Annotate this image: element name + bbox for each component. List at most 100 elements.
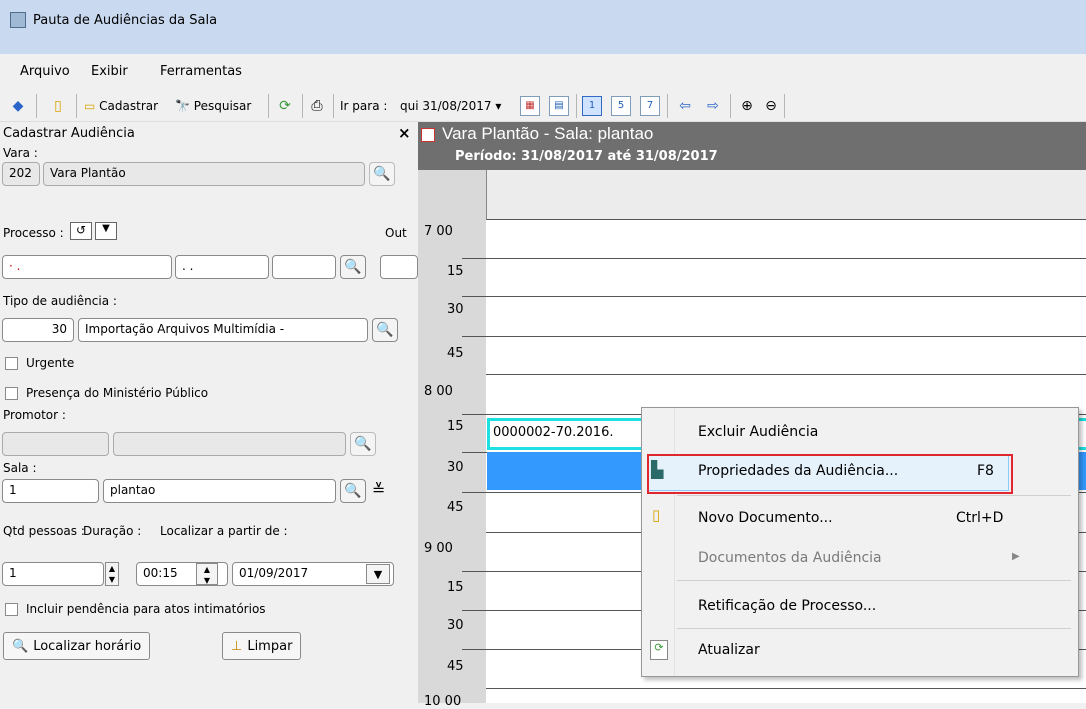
close-icon[interactable]: × [398, 124, 411, 142]
presenca-checkbox[interactable] [5, 387, 18, 400]
time-label: 8 00 [424, 384, 453, 399]
panel-title: Cadastrar Audiência [3, 126, 135, 141]
shortcut-ctrl-d: Ctrl+D [956, 510, 1004, 526]
time-label: 10 00 [424, 694, 462, 709]
zoom-in-icon[interactable]: ⊕ [736, 95, 758, 117]
vara-name-field[interactable]: Vara Plantão [43, 162, 365, 186]
refresh-icon[interactable]: ⟳ [274, 95, 296, 117]
urgente-label: Urgente [26, 356, 75, 370]
menu-item-propriedades[interactable]: Propriedades da Audiência... [698, 463, 898, 479]
grid-tick [462, 492, 486, 493]
grid-tick [462, 414, 486, 415]
arrow-left-icon[interactable]: ⇦ [674, 95, 696, 117]
window-icon [10, 12, 26, 28]
workweek-view-button[interactable]: 5 [611, 96, 631, 116]
toolbar-separator [784, 94, 785, 118]
submenu-arrow-icon: ▶ [1012, 551, 1020, 562]
time-label: 45 [447, 500, 464, 515]
new-document-icon: ▯ [652, 506, 661, 524]
tipo-search-icon[interactable]: 🔍 [372, 318, 398, 342]
qtd-stepper[interactable]: ▲ ▼ [105, 562, 119, 586]
presenca-label: Presença do Ministério Público [26, 386, 209, 400]
undo-icon[interactable]: ↺ [70, 222, 92, 240]
time-label: 7 00 [424, 224, 453, 239]
promotor-label: Promotor : [3, 408, 66, 422]
localizar-label: Localizar a partir de : [160, 524, 288, 538]
new-document-icon[interactable]: ▯ [47, 95, 69, 117]
time-label: 30 [447, 302, 464, 317]
vara-code-field[interactable]: 202 [2, 162, 40, 186]
localizar-horario-button[interactable]: 🔍 Localizar horário [3, 632, 151, 660]
toolbar-separator [76, 94, 77, 118]
sala-name-field[interactable]: plantao [103, 479, 336, 503]
grid-tick [462, 571, 486, 572]
processo-end-field[interactable] [272, 255, 336, 279]
toolbar-separator [268, 94, 269, 118]
ir-para-dropdown[interactable]: qui 31/08/2017 ▾ [400, 95, 512, 117]
menu-item-novo-documento[interactable]: Novo Documento... [698, 510, 833, 526]
menu-separator [677, 580, 1071, 581]
sala-code-field[interactable]: 1 [2, 479, 99, 503]
sala-search-icon[interactable]: 🔍 [340, 479, 366, 503]
processo-number-field[interactable]: · . [2, 255, 172, 279]
menu-item-atualizar[interactable]: Atualizar [698, 642, 760, 658]
grid-tick [462, 296, 486, 297]
schedule-period: Período: 31/08/2017 até 31/08/2017 [455, 149, 718, 164]
toolbar [0, 88, 1086, 122]
zoom-out-icon[interactable]: ⊖ [760, 95, 782, 117]
window-title: Pauta de Audiências da Sala [33, 13, 218, 28]
toolbar-separator [730, 94, 731, 118]
toolbar-separator [333, 94, 334, 118]
tipo-label: Tipo de audiência : [3, 294, 117, 308]
arrow-right-icon[interactable]: ⇨ [702, 95, 724, 117]
incluir-checkbox[interactable] [5, 603, 18, 616]
limpar-button[interactable]: ⊥ Limpar [222, 632, 302, 660]
grid-tick [462, 452, 486, 453]
time-label: 30 [447, 618, 464, 633]
menu-item-excluir[interactable]: Excluir Audiência [698, 424, 818, 440]
promotor-name-field[interactable] [113, 432, 346, 456]
day-view-button[interactable]: 1 [582, 96, 602, 116]
processo-search-icon[interactable]: 🔍 [340, 255, 366, 279]
menu-arquivo[interactable]: Arquivo [20, 64, 70, 79]
ir-para-label: Ir para : [340, 99, 388, 113]
qtd-field[interactable]: 1 [2, 562, 104, 586]
diamond-icon[interactable]: ◆ [7, 95, 29, 117]
menu-item-retificacao[interactable]: Retificação de Processo... [698, 598, 876, 614]
duracao-label: Duração : [83, 524, 142, 538]
duracao-stepper[interactable]: ▲ ▼ [196, 563, 218, 585]
toolbar-separator [36, 94, 37, 118]
calendar-dropdown-icon[interactable]: ▼ [366, 564, 390, 584]
chevron-down-icon[interactable]: ▼ [95, 222, 117, 240]
tipo-name-field[interactable]: Importação Arquivos Multimídia - [78, 318, 368, 342]
vara-label: Vara : [3, 146, 38, 160]
processo-label: Processo : [3, 226, 64, 240]
promotor-search-icon[interactable]: 🔍 [350, 432, 376, 456]
sort-icon[interactable]: ≚ [372, 480, 385, 499]
vara-search-icon[interactable]: 🔍 [369, 162, 395, 186]
month-view-icon[interactable]: ▦ [520, 96, 540, 116]
shortcut-f8: F8 [977, 463, 994, 479]
printer-icon[interactable]: ⎙ [306, 95, 328, 117]
menu-ferramentas[interactable]: Ferramentas [160, 64, 242, 79]
time-label: 15 [447, 419, 464, 434]
calendar-icon [421, 128, 435, 142]
time-label: 30 [447, 460, 464, 475]
urgente-checkbox[interactable] [5, 357, 18, 370]
grid-view-icon[interactable]: ▤ [549, 96, 569, 116]
menu-separator [677, 495, 1071, 496]
grid-line [486, 296, 1086, 297]
schedule-title: Vara Plantão - Sala: plantao [442, 124, 654, 143]
grid-tick [462, 610, 486, 611]
week-view-button[interactable]: 7 [640, 96, 660, 116]
tipo-code-field[interactable]: 30 [2, 318, 74, 342]
pesquisar-button[interactable]: 🔭 Pesquisar [175, 95, 251, 117]
time-label: 9 00 [424, 541, 453, 556]
processo-mid-field[interactable]: . . [175, 255, 269, 279]
processo-out-field[interactable] [380, 255, 418, 279]
menu-item-documentos[interactable]: Documentos da Audiência [698, 550, 882, 566]
promotor-code-field[interactable] [2, 432, 109, 456]
menu-exibir[interactable]: Exibir [91, 64, 128, 79]
properties-icon: ▙ [651, 460, 664, 479]
cadastrar-button[interactable]: ▭ Cadastrar [84, 95, 158, 117]
